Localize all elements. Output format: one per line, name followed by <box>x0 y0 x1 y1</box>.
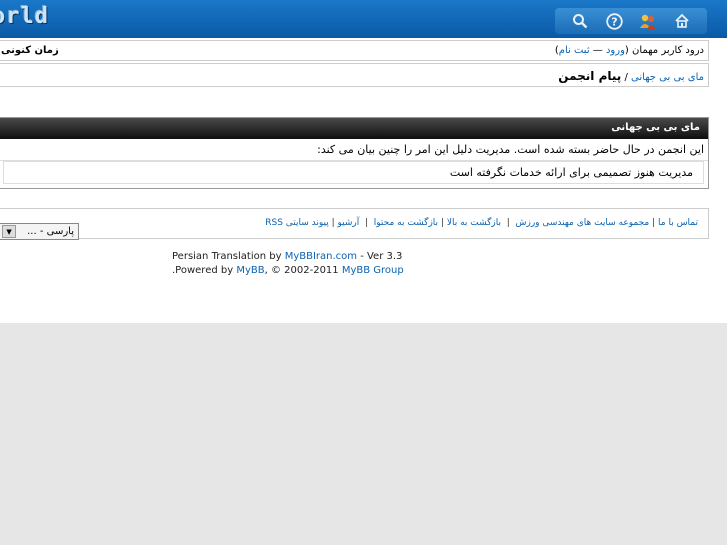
page: orld ? درود کاربر مهمان (ورود — ثبت نام)… <box>0 0 727 323</box>
breadcrumb-separator: / <box>621 72 632 83</box>
home-icon[interactable] <box>672 11 692 31</box>
language-select[interactable]: پارسی - ... ▼ <box>0 223 79 240</box>
translation-version: - Ver 3.3 <box>357 251 403 262</box>
separator: — <box>589 45 606 56</box>
message-title: مای بی بی جهانی <box>0 118 708 139</box>
breadcrumb-home[interactable]: مای بی بی جهانی <box>631 72 704 83</box>
register-link[interactable]: ثبت نام <box>559 45 590 56</box>
mybb-link[interactable]: MyBB <box>236 265 264 276</box>
back-to-top-link[interactable]: بازگشت به بالا <box>447 218 501 228</box>
translation-prefix: Persian Translation by <box>172 251 285 262</box>
translation-credit: Persian Translation by MyBBIran.com - Ve… <box>172 250 404 264</box>
login-link[interactable]: ورود <box>606 45 625 56</box>
search-icon[interactable] <box>570 11 590 31</box>
copyright-text: , © 2002-2011 <box>264 265 342 276</box>
powered-prefix: .Powered by <box>172 265 237 276</box>
back-to-content-link[interactable]: بازگشت به محتوا <box>374 218 438 228</box>
welcome-text: درود کاربر مهمان (ورود — ثبت نام) <box>555 45 704 56</box>
breadcrumb: مای بی بی جهانی / پیام انجمن <box>0 63 709 87</box>
members-icon[interactable] <box>638 11 658 31</box>
header-toolbar: ? <box>555 8 707 34</box>
welcome-prefix: درود کاربر مهمان ( <box>624 45 704 56</box>
user-bar: درود کاربر مهمان (ورود — ثبت نام) زمان ک… <box>0 40 709 61</box>
current-time-label: زمان کنونی <box>1 45 59 56</box>
board-closed-message: مای بی بی جهانی این انجمن در حال حاضر بس… <box>0 117 709 189</box>
site-logo[interactable]: orld <box>0 4 49 29</box>
language-selected: پارسی - ... <box>27 226 74 237</box>
chevron-down-icon[interactable]: ▼ <box>2 225 16 238</box>
help-icon[interactable]: ? <box>604 11 624 31</box>
credits: Persian Translation by MyBBIran.com - Ve… <box>172 250 404 278</box>
svg-text:?: ? <box>611 15 617 28</box>
mybbiran-link[interactable]: MyBBIran.com <box>285 251 357 262</box>
archive-link[interactable]: آرشیو <box>338 218 360 228</box>
message-line-2: مدیریت هنوز تصمیمی برای ارائه خدمات نگرف… <box>3 161 704 184</box>
engineering-sites-link[interactable]: مجموعه سایت های مهندسی ورزش <box>516 218 650 228</box>
footer: تماس با ما | مجموعه سایت های مهندسی ورزش… <box>0 208 709 240</box>
header: orld ? <box>0 0 727 38</box>
contact-link[interactable]: تماس با ما <box>658 218 698 228</box>
mybb-group-link[interactable]: MyBB Group <box>342 265 404 276</box>
powered-by-credit: .Powered by MyBB, © 2002-2011 MyBB Group <box>172 264 404 278</box>
footer-links: تماس با ما | مجموعه سایت های مهندسی ورزش… <box>265 218 698 228</box>
message-line-1: این انجمن در حال حاضر بسته شده است. مدیر… <box>0 139 708 161</box>
rss-link[interactable]: پیوند سایتی RSS <box>265 218 329 228</box>
breadcrumb-current: پیام انجمن <box>558 69 622 83</box>
